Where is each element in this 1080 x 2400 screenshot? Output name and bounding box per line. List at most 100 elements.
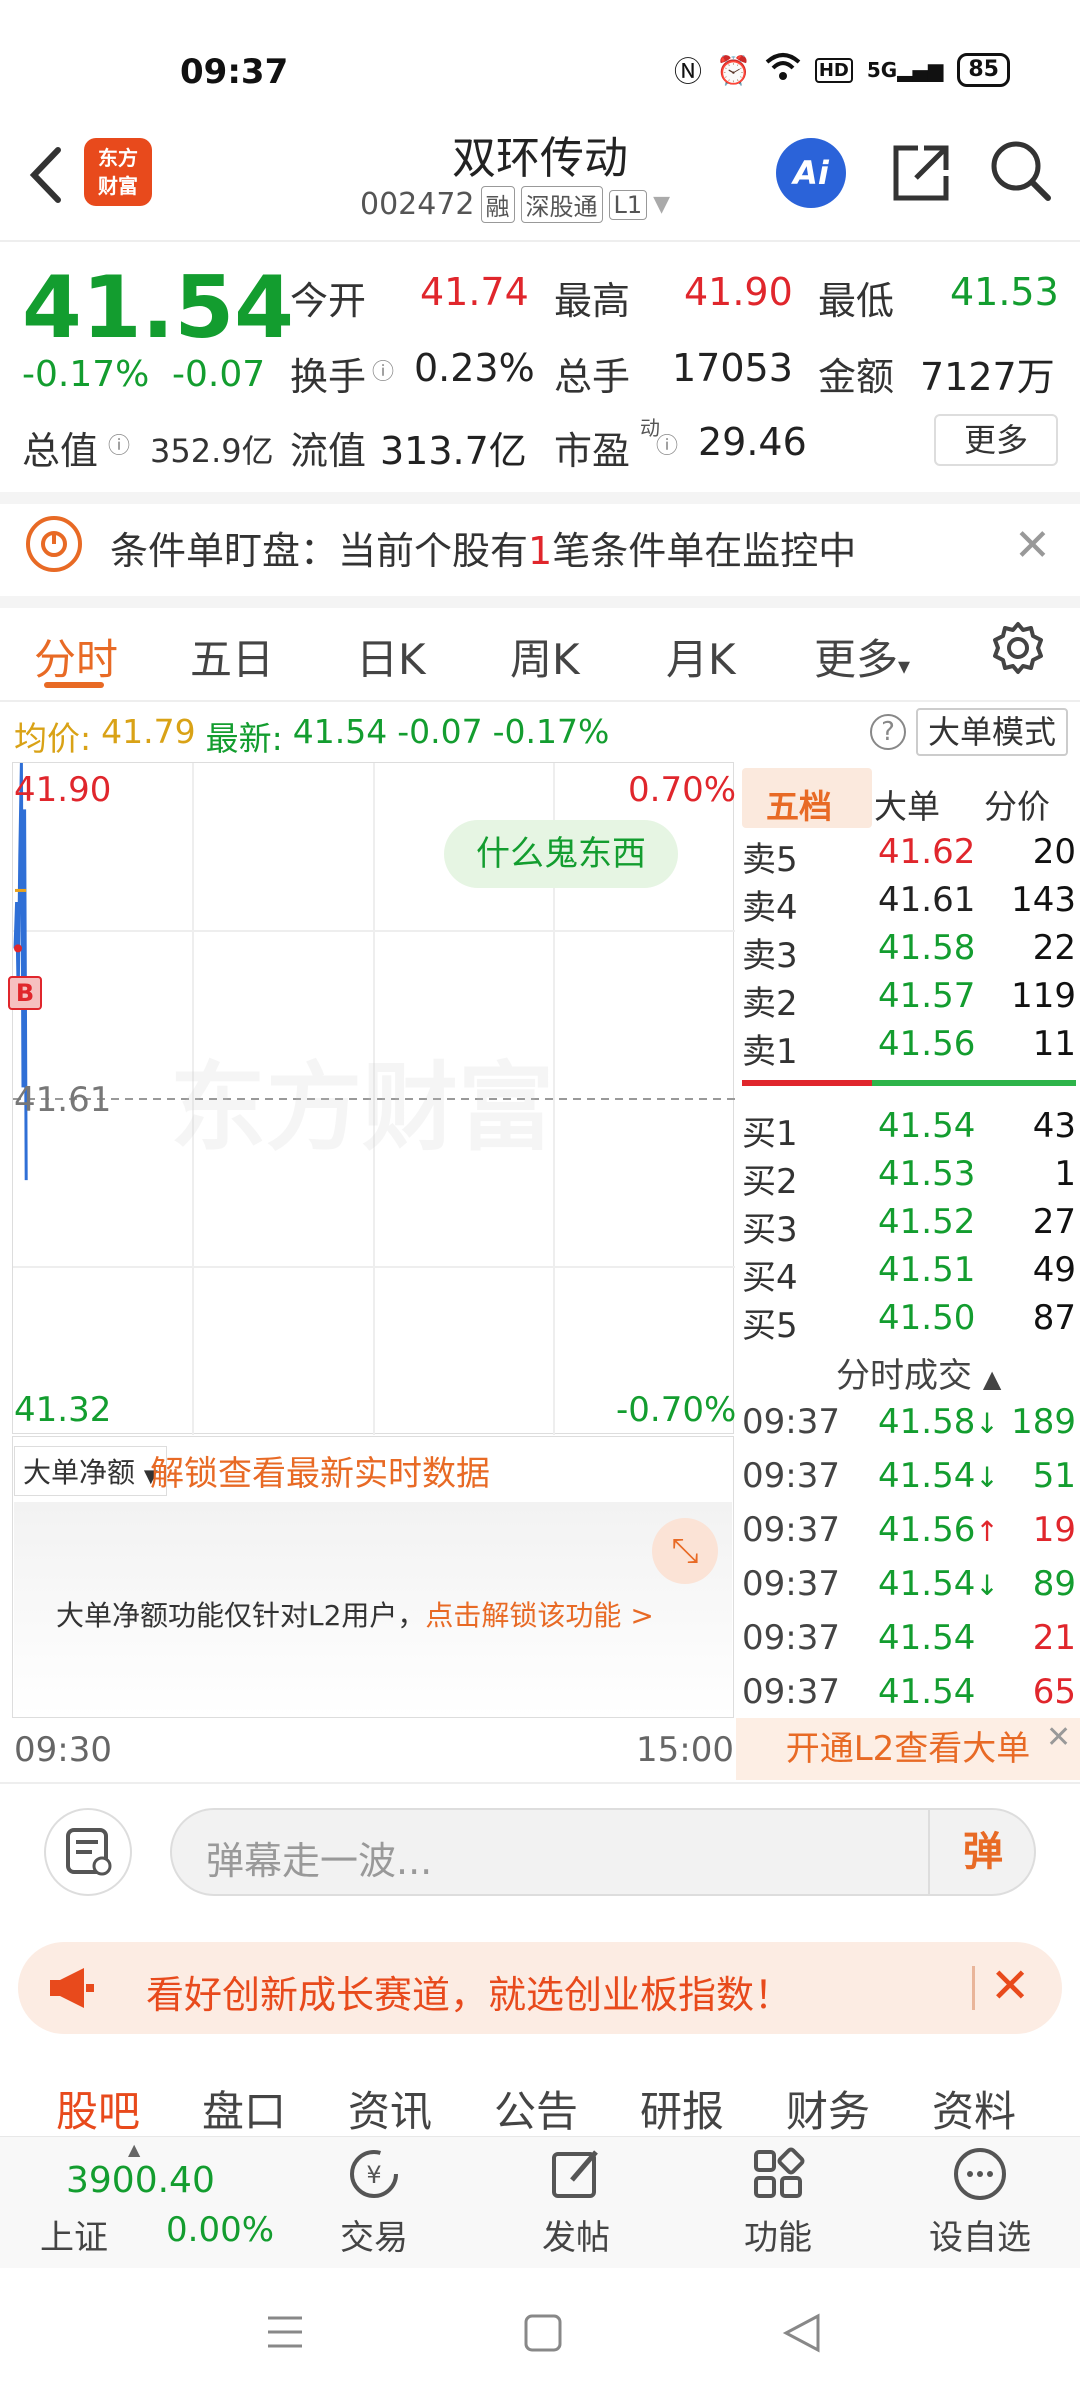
chart-top-price: 41.90 (14, 770, 112, 810)
ai-button[interactable]: Ai (776, 138, 846, 208)
gear-icon[interactable] (990, 620, 1046, 676)
orderbook-row[interactable]: 买5 41.50 87 (742, 1298, 1076, 1346)
open-value: 41.74 (420, 270, 529, 314)
svg-text:¥: ¥ (366, 2161, 381, 2189)
danmaku-placeholder: 弹幕走一波... (206, 1839, 433, 1883)
orderbook-row[interactable]: 买1 41.54 43 (742, 1106, 1076, 1154)
index-name[interactable]: 上证 (40, 2210, 108, 2259)
buy-marker[interactable]: B (8, 976, 42, 1010)
arrow-down-icon: ↓ (975, 1407, 999, 1440)
tab-forum[interactable]: 股吧 (56, 2078, 140, 2139)
tab-monthly-k[interactable]: 月K (666, 626, 736, 687)
functions-button[interactable]: 功能 (718, 2146, 838, 2259)
level-price: 41.51 (878, 1250, 976, 1290)
tab-profile[interactable]: 资料 (932, 2078, 1016, 2139)
mktcap-value: 352.9亿 (150, 432, 274, 470)
danmaku-send-button[interactable]: 弹 (928, 1808, 1036, 1896)
net-amount-selector[interactable]: 大单净额 ▼ (14, 1446, 167, 1496)
arrow-down-icon: ↓ (975, 1461, 999, 1494)
orderbook-row[interactable]: 卖3 41.58 22 (742, 928, 1076, 976)
big-order-mode-button[interactable]: 大单模式 (916, 708, 1068, 756)
system-navigation (0, 2268, 1080, 2400)
danmaku-bubble[interactable]: 什么鬼东西 (444, 820, 678, 888)
alert-text: 条件单盯盘：当前个股有1笔条件单在监控中 (110, 529, 857, 573)
search-icon[interactable] (988, 138, 1054, 204)
post-button[interactable]: 发帖 (516, 2146, 636, 2259)
trades-title[interactable]: 分时成交 ▲ (836, 1348, 1001, 1397)
tab-intraday[interactable]: 分时 (34, 626, 118, 687)
amount-label: 金额 (818, 355, 895, 399)
trade-button[interactable]: ¥ 交易 (314, 2146, 434, 2259)
tab-price-distribution[interactable]: 分价 (984, 780, 1050, 828)
trade-volume: 19 (1032, 1510, 1076, 1550)
expand-icon[interactable]: ⤡ (652, 1518, 718, 1584)
close-icon[interactable]: ✕ (1014, 520, 1051, 571)
collapse-icon[interactable]: ▲ (128, 2140, 140, 2159)
tab-market-depth[interactable]: 盘口 (202, 2078, 286, 2139)
level-volume: 27 (1032, 1202, 1076, 1242)
tab-research[interactable]: 研报 (640, 2078, 724, 2139)
trade-row[interactable]: 09:37 41.56↑ 19 (742, 1510, 1076, 1560)
tab-finance[interactable]: 财务 (786, 2078, 870, 2139)
high-value: 41.90 (684, 270, 793, 314)
index-value[interactable]: 3900.40 (66, 2160, 215, 2201)
trade-price: 41.54 (878, 1672, 976, 1712)
dropdown-icon[interactable]: ▼ (653, 192, 670, 217)
tab-weekly-k[interactable]: 周K (510, 626, 580, 687)
chart-bottom-percent: -0.70% (616, 1390, 737, 1430)
home-nav-icon (524, 2314, 562, 2352)
high-label: 最高 (554, 279, 631, 323)
tab-five-day[interactable]: 五日 (190, 626, 274, 687)
last-price: 41.54 (22, 258, 295, 358)
tab-news[interactable]: 资讯 (348, 2078, 432, 2139)
trade-row[interactable]: 09:37 41.54 65 (742, 1672, 1076, 1722)
level-price: 41.56 (878, 1024, 976, 1064)
close-icon[interactable]: ✕ (1046, 1720, 1071, 1755)
share-icon[interactable] (888, 140, 954, 206)
trade-row[interactable]: 09:37 41.54 21 (742, 1618, 1076, 1668)
add-watchlist-button[interactable]: 设自选 (920, 2146, 1040, 2259)
tab-five-levels[interactable]: 五档 (766, 780, 832, 828)
orderbook-row[interactable]: 买2 41.53 1 (742, 1154, 1076, 1202)
trade-time: 09:37 (742, 1510, 840, 1550)
info-icon[interactable]: ⓘ (372, 354, 394, 386)
pe-label: 市盈 (554, 429, 631, 473)
level-label: 卖3 (742, 936, 798, 976)
chart-bottom-price: 41.32 (14, 1390, 112, 1430)
tab-more[interactable]: 更多▾ (814, 626, 910, 687)
open-l2-button[interactable]: 开通L2查看大单 (736, 1718, 1080, 1780)
price-summary-row: 均价: 41.79 最新: 41.54 -0.07 -0.17% (14, 712, 609, 760)
orderbook-row[interactable]: 卖5 41.62 20 (742, 832, 1076, 880)
level-volume: 87 (1032, 1298, 1076, 1338)
bid-ask-ratio-bar (742, 1080, 1076, 1086)
orderbook-row[interactable]: 卖2 41.57 119 (742, 976, 1076, 1024)
low-value: 41.53 (950, 270, 1059, 314)
tab-daily-k[interactable]: 日K (356, 626, 426, 687)
close-icon[interactable]: ✕ (990, 1958, 1030, 2014)
trade-row[interactable]: 09:37 41.54↓ 89 (742, 1564, 1076, 1614)
orderbook-row[interactable]: 卖1 41.56 11 (742, 1024, 1076, 1072)
trade-row[interactable]: 09:37 41.54↓ 51 (742, 1456, 1076, 1506)
unlock-link[interactable]: 解锁查看最新实时数据 (150, 1446, 490, 1495)
orderbook-row[interactable]: 卖4 41.61 143 (742, 880, 1076, 928)
level-price: 41.50 (878, 1298, 976, 1338)
back-nav-icon (782, 2313, 820, 2353)
info-icon[interactable]: ⓘ (108, 428, 130, 460)
tab-big-orders[interactable]: 大单 (874, 780, 940, 828)
status-time: 09:37 (180, 52, 289, 92)
trade-time: 09:37 (742, 1672, 840, 1712)
index-percent[interactable]: 0.00% (166, 2210, 274, 2250)
orderbook-row[interactable]: 买3 41.52 27 (742, 1202, 1076, 1250)
info-icon[interactable]: ⓘ (656, 428, 678, 460)
turnover-value: 0.23% (414, 346, 535, 390)
trade-row[interactable]: 09:37 41.58↓ 189 (742, 1402, 1076, 1452)
net-amount-message[interactable]: 大单净额功能仅针对L2用户，点击解锁该功能 > (56, 1594, 654, 1634)
level-volume: 22 (1032, 928, 1076, 968)
low-label: 最低 (818, 279, 895, 323)
danmaku-settings-icon[interactable] (44, 1808, 132, 1896)
more-button[interactable]: 更多 (934, 414, 1058, 466)
orderbook-row[interactable]: 买4 41.51 49 (742, 1250, 1076, 1298)
help-icon[interactable]: ? (870, 714, 906, 750)
tab-announcements[interactable]: 公告 (494, 2078, 578, 2139)
level-label: 卖1 (742, 1032, 798, 1072)
